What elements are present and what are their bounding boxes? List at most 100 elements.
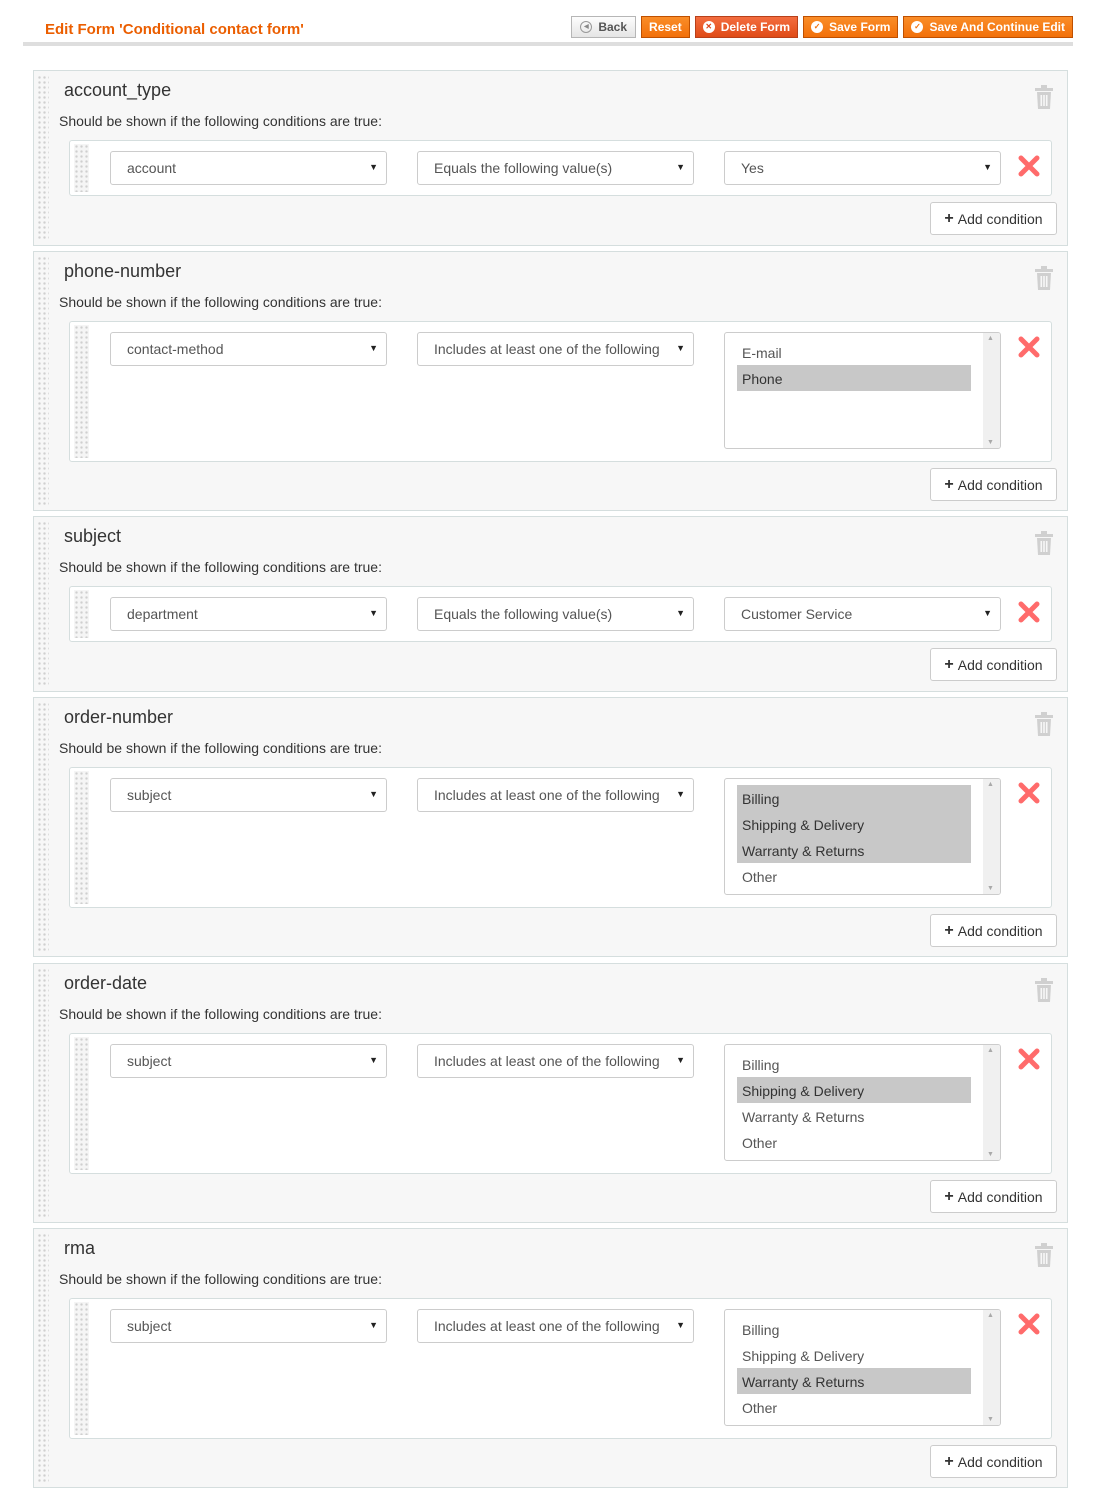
chevron-down-icon: ▼ xyxy=(676,1320,685,1330)
drag-handle[interactable] xyxy=(37,256,49,506)
remove-condition-icon[interactable] xyxy=(1018,336,1040,358)
back-button[interactable]: ◀ Back xyxy=(571,16,637,38)
select-option[interactable]: Billing xyxy=(737,1316,971,1342)
remove-condition-icon[interactable] xyxy=(1018,601,1040,623)
field-select[interactable]: subject ▼ xyxy=(110,1309,387,1343)
scrollbar[interactable]: ▲ ▼ xyxy=(983,1045,1000,1160)
plus-icon: + xyxy=(944,209,954,227)
condition-intro: Should be shown if the following conditi… xyxy=(59,294,382,310)
select-option[interactable]: E-mail xyxy=(737,339,971,365)
drag-handle[interactable] xyxy=(74,1037,89,1170)
select-option[interactable]: Warranty & Returns xyxy=(737,837,971,863)
chevron-down-icon: ▼ xyxy=(676,789,685,799)
chevron-down-icon: ▼ xyxy=(983,162,992,172)
add-condition-button[interactable]: + Add condition xyxy=(930,1445,1057,1478)
select-option[interactable]: Billing xyxy=(737,785,971,811)
delete-form-button[interactable]: ✕ Delete Form xyxy=(694,16,799,38)
field-select[interactable]: account ▼ xyxy=(110,151,387,185)
select-option[interactable]: Other xyxy=(737,1129,971,1155)
drag-handle[interactable] xyxy=(37,968,49,1218)
drag-handle[interactable] xyxy=(37,702,49,952)
field-name: order-number xyxy=(64,707,174,727)
select-option[interactable]: Warranty & Returns xyxy=(737,1103,971,1129)
select-option[interactable]: Other xyxy=(737,863,971,889)
scrollbar[interactable]: ▲ ▼ xyxy=(983,333,1000,448)
select-option[interactable]: Shipping & Delivery xyxy=(737,811,971,837)
operator-select[interactable]: Includes at least one of the following ▼ xyxy=(417,778,694,812)
scroll-up-icon[interactable]: ▲ xyxy=(987,781,994,788)
field-select[interactable]: subject ▼ xyxy=(110,1044,387,1078)
trash-icon[interactable] xyxy=(1033,85,1055,109)
trash-icon[interactable] xyxy=(1033,1243,1055,1267)
remove-condition-icon[interactable] xyxy=(1018,1313,1040,1335)
trash-icon[interactable] xyxy=(1033,978,1055,1002)
value-select[interactable]: Yes ▼ xyxy=(724,151,1001,185)
condition-row: department ▼ Equals the following value(s)… xyxy=(69,586,1052,642)
chevron-down-icon: ▼ xyxy=(676,343,685,353)
field-name: subject xyxy=(64,526,122,546)
drag-handle[interactable] xyxy=(74,1302,89,1435)
operator-select[interactable]: Includes at least one of the following ▼ xyxy=(417,1044,694,1078)
remove-condition-icon[interactable] xyxy=(1018,1048,1040,1070)
select-option[interactable]: Phone xyxy=(737,365,971,391)
condition-intro: Should be shown if the following conditi… xyxy=(59,740,382,756)
scroll-down-icon[interactable]: ▼ xyxy=(987,439,994,446)
drag-handle[interactable] xyxy=(74,325,89,458)
drag-handle[interactable] xyxy=(37,521,49,687)
condition-intro: Should be shown if the following conditi… xyxy=(59,1006,382,1022)
back-arrow-icon: ◀ xyxy=(580,21,593,33)
trash-icon[interactable] xyxy=(1033,266,1055,290)
select-option[interactable]: Billing xyxy=(737,1051,971,1077)
select-option[interactable]: Other xyxy=(737,1394,971,1420)
chevron-down-icon: ▼ xyxy=(369,608,378,618)
add-condition-button[interactable]: + Add condition xyxy=(930,468,1057,501)
toolbar: ◀ Back Reset ✕ Delete Form ✓ Save Form ✓ Sav… xyxy=(571,16,1073,38)
drag-handle[interactable] xyxy=(37,1233,49,1483)
add-condition-button[interactable]: + Add condition xyxy=(930,648,1057,681)
field-select[interactable]: subject ▼ xyxy=(110,778,387,812)
remove-condition-icon[interactable] xyxy=(1018,782,1040,804)
reset-button[interactable]: Reset xyxy=(641,16,690,38)
save-continue-button[interactable]: ✓ Save And Continue Edit xyxy=(903,16,1073,38)
drag-handle[interactable] xyxy=(74,771,89,904)
scroll-down-icon[interactable]: ▼ xyxy=(987,885,994,892)
condition-intro: Should be shown if the following conditi… xyxy=(59,559,382,575)
select-option[interactable]: Shipping & Delivery xyxy=(737,1077,971,1103)
operator-select[interactable]: Equals the following value(s) ▼ xyxy=(417,151,694,185)
select-option[interactable]: Shipping & Delivery xyxy=(737,1342,971,1368)
value-multiselect[interactable]: E-mail Phone ▲ ▼ xyxy=(724,332,1001,449)
add-condition-button[interactable]: + Add condition xyxy=(930,1180,1057,1213)
scrollbar[interactable]: ▲ ▼ xyxy=(983,779,1000,894)
value-select[interactable]: Customer Service ▼ xyxy=(724,597,1001,631)
add-condition-button[interactable]: + Add condition xyxy=(930,914,1057,947)
remove-condition-icon[interactable] xyxy=(1018,155,1040,177)
drag-handle[interactable] xyxy=(74,144,89,192)
chevron-down-icon: ▼ xyxy=(676,608,685,618)
field-block: order-date Should be shown if the followi… xyxy=(33,963,1068,1223)
value-multiselect[interactable]: Billing Shipping & Delivery Warranty & Ret… xyxy=(724,1044,1001,1161)
value-multiselect[interactable]: Billing Shipping & Delivery Warranty & Ret… xyxy=(724,778,1001,895)
chevron-down-icon: ▼ xyxy=(369,1320,378,1330)
scroll-up-icon[interactable]: ▲ xyxy=(987,1312,994,1319)
check-circle-icon: ✓ xyxy=(911,21,924,33)
operator-select[interactable]: Equals the following value(s) ▼ xyxy=(417,597,694,631)
field-block: rma Should be shown if the following cond… xyxy=(33,1228,1068,1488)
value-multiselect[interactable]: Billing Shipping & Delivery Warranty & Ret… xyxy=(724,1309,1001,1426)
field-select[interactable]: department ▼ xyxy=(110,597,387,631)
select-option[interactable]: Warranty & Returns xyxy=(737,1368,971,1394)
operator-select[interactable]: Includes at least one of the following ▼ xyxy=(417,1309,694,1343)
scroll-down-icon[interactable]: ▼ xyxy=(987,1416,994,1423)
field-block: subject Should be shown if the following … xyxy=(33,516,1068,692)
scroll-up-icon[interactable]: ▲ xyxy=(987,335,994,342)
field-select[interactable]: contact-method ▼ xyxy=(110,332,387,366)
operator-select[interactable]: Includes at least one of the following ▼ xyxy=(417,332,694,366)
trash-icon[interactable] xyxy=(1033,712,1055,736)
save-form-button[interactable]: ✓ Save Form xyxy=(803,16,899,38)
scroll-down-icon[interactable]: ▼ xyxy=(987,1151,994,1158)
add-condition-button[interactable]: + Add condition xyxy=(930,202,1057,235)
trash-icon[interactable] xyxy=(1033,531,1055,555)
scroll-up-icon[interactable]: ▲ xyxy=(987,1047,994,1054)
drag-handle[interactable] xyxy=(37,75,49,241)
drag-handle[interactable] xyxy=(74,590,89,638)
scrollbar[interactable]: ▲ ▼ xyxy=(983,1310,1000,1425)
